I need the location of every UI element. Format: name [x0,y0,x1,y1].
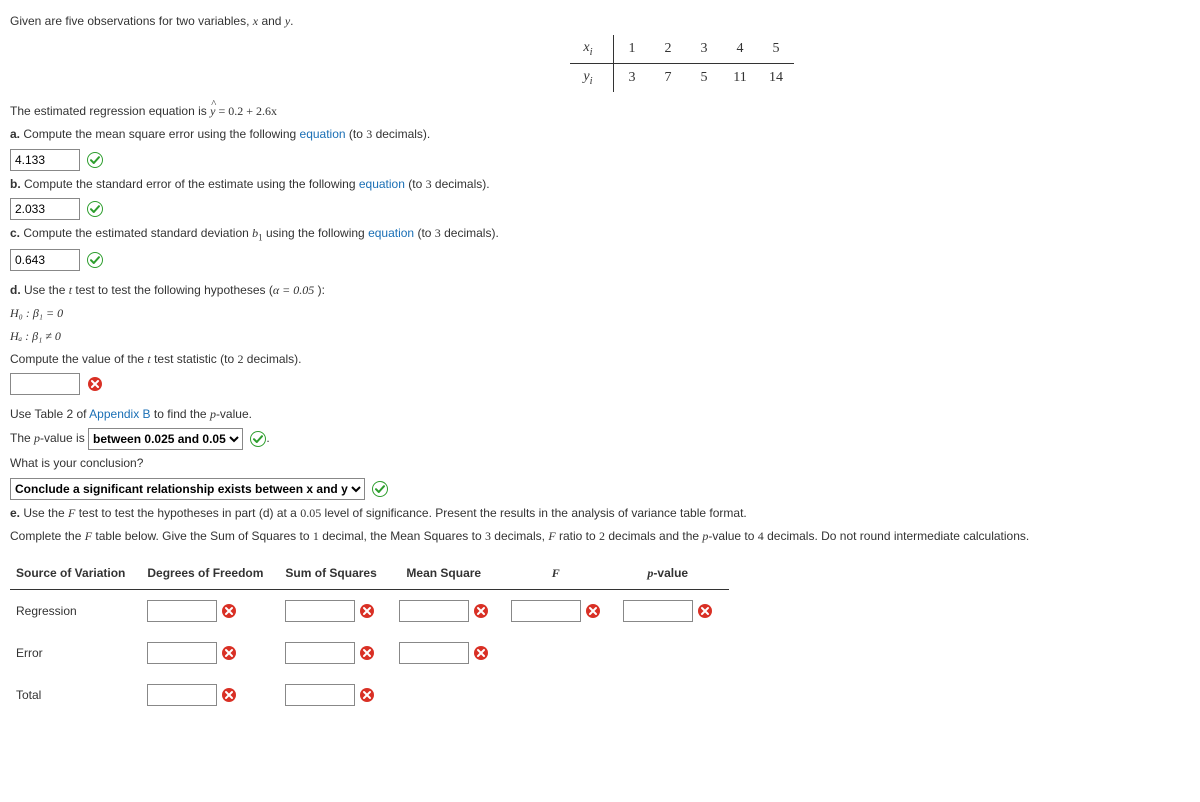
conclusion-select[interactable]: Conclude a significant relationship exis… [10,478,365,500]
reg-ms-input[interactable] [399,600,469,622]
part-e-prompt: e. Use the F test to test the hypotheses… [10,504,1190,523]
hypothesis-h0: H₀ : β₁ = 0 [10,304,1190,323]
f-table-instructions: Complete the F table below. Give the Sum… [10,527,1190,546]
answer-b-input[interactable] [10,198,80,220]
compute-t-prompt: Compute the value of the t test statisti… [10,350,1190,369]
p-value-select[interactable]: between 0.025 and 0.05 [88,428,243,450]
table-row: Error [10,632,729,674]
equation-link-c[interactable]: equation [368,226,414,240]
answer-t-input[interactable] [10,373,80,395]
x-icon [221,603,237,619]
part-a-prompt: a. Compute the mean square error using t… [10,125,1190,144]
p-value-label: The p-value is [10,432,85,446]
err-ss-input[interactable] [285,642,355,664]
part-d-prompt: d. Use the t test to test the following … [10,281,1190,300]
col-ss: Sum of Squares [279,558,392,590]
conclusion-question: What is your conclusion? [10,454,1190,473]
tot-df-input[interactable] [147,684,217,706]
x-icon [221,687,237,703]
xy-data-table: xi 12345 yi 3751114 [570,35,794,92]
x-icon [359,645,375,661]
row-total-label: Total [10,674,141,716]
x-row-header: xi [570,35,614,64]
appendix-b-link[interactable]: Appendix B [89,407,150,421]
hypothesis-ha: Hₐ : β₁ ≠ 0 [10,327,1190,346]
reg-f-input[interactable] [511,600,581,622]
table-row: Regression [10,590,729,633]
equation-link-b[interactable]: equation [359,177,405,191]
col-df: Degrees of Freedom [141,558,279,590]
row-error-label: Error [10,632,141,674]
y-row-header: yi [570,64,614,93]
tot-ss-input[interactable] [285,684,355,706]
x-icon [359,603,375,619]
x-icon [585,603,601,619]
check-icon [87,201,103,217]
x-icon [473,603,489,619]
regression-equation: The estimated regression equation is y =… [10,102,1190,121]
reg-p-input[interactable] [623,600,693,622]
col-ms: Mean Square [393,558,505,590]
x-icon [359,687,375,703]
part-b-prompt: b. Compute the standard error of the est… [10,175,1190,194]
check-icon [87,252,103,268]
intro-text: Given are five observations for two vari… [10,12,1190,31]
check-icon [87,152,103,168]
answer-c-input[interactable] [10,249,80,271]
reg-ss-input[interactable] [285,600,355,622]
col-source: Source of Variation [10,558,141,590]
row-regression-label: Regression [10,590,141,633]
table-row: Total [10,674,729,716]
check-icon [250,431,266,447]
answer-a-input[interactable] [10,149,80,171]
x-icon [473,645,489,661]
x-icon [87,376,103,392]
col-f: F [505,558,617,590]
anova-table: Source of Variation Degrees of Freedom S… [10,558,729,716]
use-table-prompt: Use Table 2 of Appendix B to find the p-… [10,405,1190,424]
x-icon [221,645,237,661]
check-icon [372,481,388,497]
equation-link-a[interactable]: equation [300,127,346,141]
x-icon [697,603,713,619]
reg-df-input[interactable] [147,600,217,622]
part-c-prompt: c. Compute the estimated standard deviat… [10,224,1190,245]
err-ms-input[interactable] [399,642,469,664]
err-df-input[interactable] [147,642,217,664]
col-pvalue: p-value [617,558,729,590]
